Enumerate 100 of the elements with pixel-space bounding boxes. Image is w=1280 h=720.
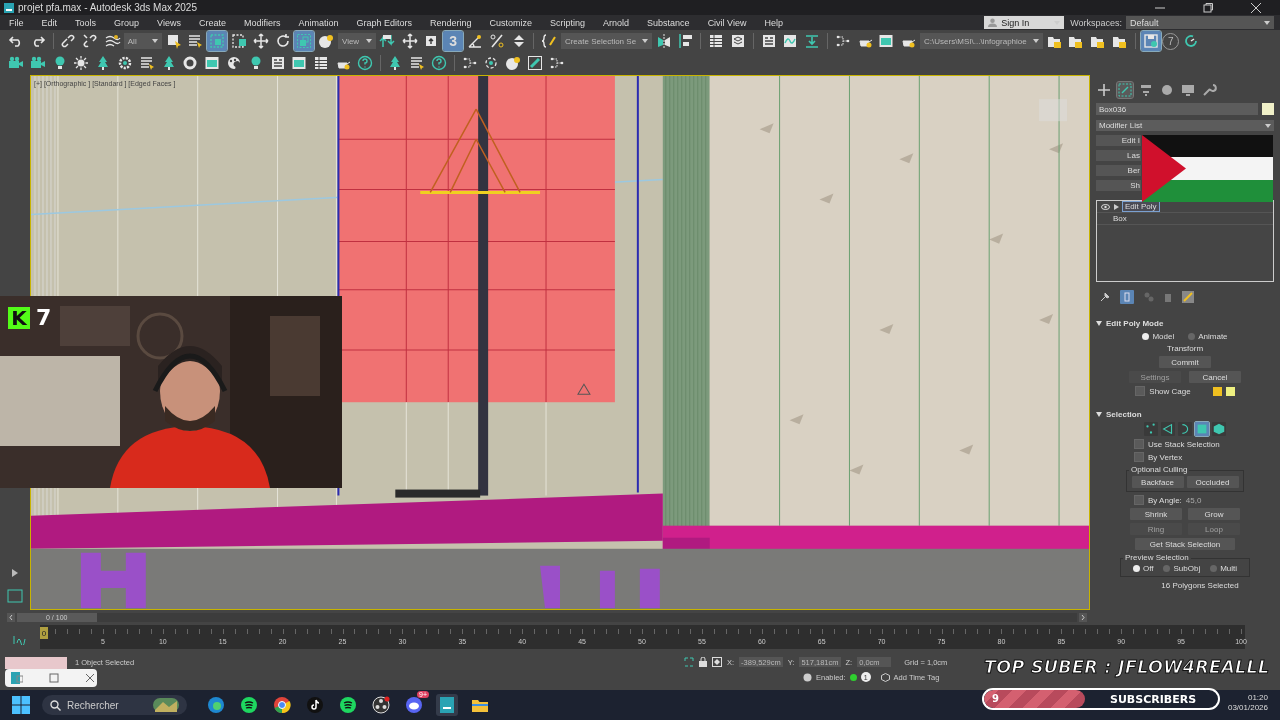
menu-item[interactable]: Group	[105, 17, 140, 28]
create-icon[interactable]	[1096, 82, 1112, 98]
checkbox[interactable]	[1134, 439, 1144, 449]
menu-item[interactable]: File	[0, 17, 24, 28]
checkbox-label: By Angle:	[1148, 495, 1182, 505]
stack-item[interactable]: Edit Poly	[1123, 202, 1159, 211]
dropdown[interactable]: C:\Users\MSI\...\infographioe	[920, 33, 1043, 49]
move-icon[interactable]	[399, 31, 420, 51]
menu-item[interactable]: Create	[189, 17, 226, 28]
edge-icon[interactable]	[1161, 422, 1175, 436]
ring-button[interactable]: Ring	[1130, 523, 1182, 535]
menu-item[interactable]: Modifiers	[234, 17, 281, 28]
get-stack-selection-button[interactable]: Get Stack Selection	[1135, 538, 1235, 550]
recorder-icon[interactable]	[370, 694, 392, 716]
radio-button[interactable]	[1163, 565, 1171, 572]
menu-item[interactable]: Civil View	[698, 17, 747, 28]
vertex-icon[interactable]	[1144, 422, 1158, 436]
modifier-list-dropdown[interactable]: Modifier List	[1096, 120, 1274, 131]
workspace-dropdown[interactable]: Default	[1126, 16, 1274, 29]
video-app-icon[interactable]	[304, 694, 326, 716]
cube-icon[interactable]	[880, 672, 890, 682]
user-icon	[988, 18, 998, 27]
settings-button[interactable]: Settings	[1129, 371, 1181, 383]
modifier-button[interactable]: Edit I	[1096, 135, 1141, 146]
border-icon[interactable]	[1178, 422, 1192, 436]
loop-button[interactable]: Loop	[1188, 523, 1240, 535]
maximize-icon[interactable]	[1203, 2, 1213, 13]
save-icon[interactable]	[1140, 31, 1161, 51]
start-icon[interactable]	[12, 696, 30, 714]
utilities-icon[interactable]	[1201, 82, 1217, 98]
menu-item[interactable]: Views	[148, 17, 181, 28]
collapse-caret-icon[interactable]	[1096, 320, 1102, 326]
music-app-icon[interactable]	[238, 694, 260, 716]
angle-field[interactable]: 45,0	[1185, 495, 1202, 505]
transform-label: Transform	[1166, 344, 1204, 353]
collapse-caret-icon[interactable]	[1096, 411, 1102, 417]
chat-app-icon[interactable]	[403, 694, 425, 716]
pin-icon[interactable]	[1100, 292, 1110, 302]
dropdown[interactable]: Create Selection Se	[560, 33, 653, 49]
script-listener-field[interactable]	[5, 657, 67, 669]
next-frame-button[interactable]	[1079, 612, 1087, 622]
checkbox[interactable]	[1134, 495, 1144, 505]
backface-button[interactable]: Backface	[1131, 476, 1184, 488]
caret-icon	[1264, 20, 1270, 25]
menu-item[interactable]: Substance	[638, 17, 690, 28]
commit-button[interactable]: Commit	[1159, 356, 1211, 368]
object-name-field[interactable]: Box036	[1096, 103, 1258, 115]
expand-arrow-icon[interactable]	[1114, 203, 1119, 210]
eye-icon[interactable]	[1101, 203, 1110, 210]
menu-item[interactable]: Arnold	[594, 17, 630, 28]
hierarchy-icon[interactable]	[1138, 82, 1154, 98]
menu-item[interactable]: Scripting	[541, 17, 586, 28]
color-swatch[interactable]	[1225, 386, 1235, 396]
modifier-button[interactable]: Sh	[1096, 180, 1141, 191]
element-icon[interactable]	[1212, 422, 1226, 436]
stack-item[interactable]: Box	[1101, 214, 1129, 223]
cancel-button[interactable]: Cancel	[1189, 371, 1241, 383]
rollout-title[interactable]: Selection	[1106, 409, 1142, 419]
shrink-button[interactable]: Shrink	[1130, 508, 1182, 520]
radio-button[interactable]	[1132, 565, 1140, 572]
music-app-icon[interactable]	[337, 694, 359, 716]
sign-in-button[interactable]: Sign In	[984, 16, 1065, 29]
window-title: projet pfa.max - Autodesk 3ds Max 2025	[18, 2, 197, 13]
radio-button[interactable]	[1188, 333, 1196, 340]
rollout-title[interactable]: Edit Poly Mode	[1106, 318, 1164, 328]
absolute-mode-icon[interactable]	[712, 657, 722, 667]
grow-button[interactable]: Grow	[1188, 508, 1240, 520]
menu-item[interactable]: Customize	[480, 17, 533, 28]
menu-item[interactable]: Help	[755, 17, 783, 28]
lock-icon[interactable]	[699, 657, 707, 667]
show-cage-checkbox[interactable]	[1135, 386, 1146, 396]
color-swatch[interactable]	[1212, 386, 1222, 396]
menu-item[interactable]: Tools	[66, 17, 97, 28]
browser-icon[interactable]	[271, 694, 293, 716]
current-frame-marker[interactable]: 0	[40, 627, 48, 639]
previous-frame-button[interactable]	[7, 612, 15, 622]
app-icon[interactable]	[436, 694, 458, 716]
color-swatch[interactable]	[1262, 103, 1274, 115]
modify-icon[interactable]	[1117, 82, 1133, 98]
dropdown[interactable]: View	[337, 33, 376, 49]
play-icon[interactable]	[10, 568, 20, 578]
menu-item[interactable]: Edit	[32, 17, 58, 28]
menu-item[interactable]: Graph Editors	[347, 17, 412, 28]
landscape-icon[interactable]	[153, 698, 179, 712]
modifier-button[interactable]: Ber	[1096, 165, 1141, 176]
radio-button[interactable]	[1142, 333, 1150, 340]
search-field[interactable]: Rechercher	[42, 695, 187, 715]
motion-icon[interactable]	[1159, 82, 1175, 98]
occluded-button[interactable]: Occluded	[1186, 476, 1239, 488]
close-icon[interactable]	[85, 673, 95, 683]
modifier-button[interactable]: Las	[1096, 150, 1141, 161]
browser-icon[interactable]	[205, 694, 227, 716]
menu-item[interactable]: Animation	[289, 17, 339, 28]
radio-button[interactable]	[1210, 565, 1218, 572]
menu-item[interactable]: Rendering	[421, 17, 472, 28]
curve-icon[interactable]	[13, 634, 27, 645]
display-icon[interactable]	[1180, 82, 1196, 98]
dropdown[interactable]: All	[123, 33, 162, 49]
checkbox[interactable]	[1134, 452, 1144, 462]
move-icon[interactable]	[250, 31, 271, 51]
